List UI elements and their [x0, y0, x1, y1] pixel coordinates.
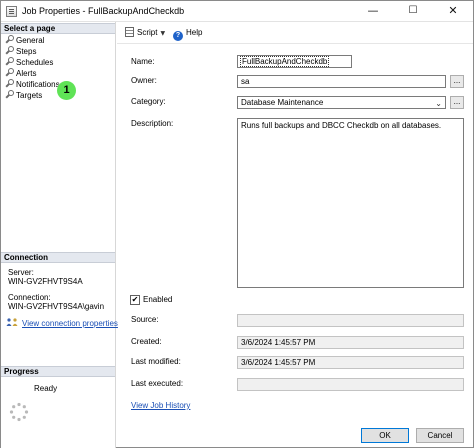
title-bar: Job Properties - FullBackupAndCheckdb — …: [1, 1, 473, 22]
left-pane: Select a page General Steps Schedules Al…: [1, 22, 118, 448]
help-label: Help: [186, 28, 203, 37]
page-notifications[interactable]: Notifications: [5, 79, 60, 90]
created-label: Created:: [131, 337, 162, 346]
chevron-down-icon[interactable]: ⌄: [435, 98, 442, 108]
view-job-history-link[interactable]: View Job History: [131, 401, 190, 411]
wrench-icon: [5, 90, 14, 99]
window-app-icon: [6, 6, 17, 17]
help-button[interactable]: ? Help: [173, 26, 203, 41]
name-label: Name:: [131, 57, 155, 66]
connection-label: Connection:: [8, 293, 51, 302]
close-button[interactable]: ✕: [433, 1, 473, 22]
wrench-icon: [5, 35, 14, 44]
progress-spinner-icon: [9, 402, 29, 422]
last-executed-label: Last executed:: [131, 379, 184, 388]
page-label: Alerts: [16, 69, 37, 78]
page-steps[interactable]: Steps: [5, 46, 36, 57]
progress-status: Ready: [34, 384, 58, 393]
source-label: Source:: [131, 315, 159, 324]
wrench-icon: [5, 57, 14, 66]
last-modified-field: 3/6/2024 1:45:57 PM: [237, 356, 464, 369]
script-icon: [125, 27, 134, 37]
maximize-button[interactable]: ☐: [393, 1, 433, 22]
job-properties-window: Job Properties - FullBackupAndCheckdb — …: [0, 0, 474, 448]
last-modified-label: Last modified:: [131, 357, 181, 366]
owner-browse-button[interactable]: ...: [450, 75, 464, 88]
connection-value: WIN-GV2FHVT9S4A\gavin: [8, 302, 105, 311]
owner-label: Owner:: [131, 76, 157, 85]
source-field: [237, 314, 464, 327]
wrench-icon: [5, 68, 14, 77]
page-label: Schedules: [16, 58, 54, 67]
server-label: Server:: [8, 268, 34, 277]
script-label: Script: [137, 28, 158, 37]
check-icon: ✔: [131, 295, 139, 304]
wrench-icon: [5, 46, 14, 55]
toolbar: Script ▼ ? Help: [117, 22, 473, 44]
chevron-down-icon[interactable]: ▼: [160, 30, 165, 37]
page-label: Targets: [16, 91, 43, 100]
cancel-button[interactable]: Cancel: [416, 428, 464, 443]
script-button[interactable]: Script ▼: [125, 26, 171, 40]
permissions-icon: [6, 318, 18, 326]
page-targets[interactable]: Targets: [5, 90, 42, 101]
owner-field[interactable]: sa: [237, 75, 446, 88]
view-connection-properties-link[interactable]: View connection properties: [22, 319, 118, 328]
owner-value: sa: [241, 77, 250, 86]
page-label: Steps: [16, 47, 37, 56]
category-select[interactable]: Database Maintenance ⌄: [237, 96, 446, 109]
page-general[interactable]: General: [5, 35, 44, 46]
ok-button[interactable]: OK: [361, 428, 409, 443]
enabled-checkbox[interactable]: ✔: [130, 295, 140, 305]
server-value: WIN-GV2FHVT9S4A: [8, 277, 83, 286]
window-title: Job Properties - FullBackupAndCheckdb: [22, 6, 185, 16]
description-field[interactable]: Runs full backups and DBCC Checkdb on al…: [237, 118, 464, 288]
progress-header: Progress: [1, 366, 115, 377]
category-label: Category:: [131, 97, 166, 106]
page-label: Notifications: [16, 80, 60, 89]
name-value: FullBackupAndCheckdb: [239, 56, 330, 67]
category-value: Database Maintenance: [241, 98, 324, 107]
description-label: Description:: [131, 119, 174, 128]
connection-header: Connection: [1, 252, 115, 263]
page-label: General: [16, 36, 45, 45]
minimize-button[interactable]: —: [353, 1, 393, 22]
wrench-icon: [5, 79, 14, 88]
created-field: 3/6/2024 1:45:57 PM: [237, 336, 464, 349]
select-page-header: Select a page: [1, 23, 115, 34]
name-field[interactable]: FullBackupAndCheckdb: [237, 55, 352, 68]
last-executed-field: [237, 378, 464, 391]
category-browse-button[interactable]: ...: [450, 96, 464, 109]
page-schedules[interactable]: Schedules: [5, 57, 53, 68]
help-icon: ?: [173, 31, 183, 41]
page-alerts[interactable]: Alerts: [5, 68, 36, 79]
enabled-label: Enabled: [143, 295, 173, 304]
step-number-badge: 1: [57, 81, 76, 100]
